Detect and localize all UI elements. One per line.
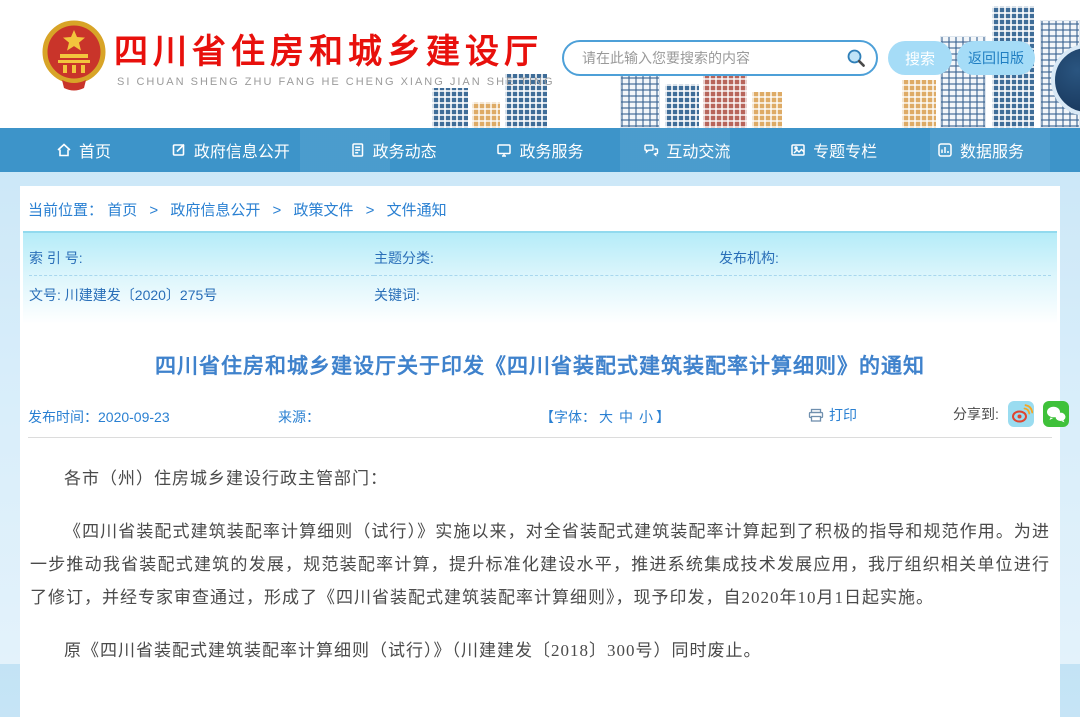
source: 来源： <box>278 407 320 427</box>
doc-number-field: 文号: 川建建发〔2020〕275号 <box>29 280 374 312</box>
breadcrumb-label: 当前位置： <box>28 202 103 219</box>
font-control-prefix: 【字体： <box>540 409 596 425</box>
nav-item-data-services[interactable]: 数据服务 <box>937 138 1024 162</box>
building-illustration <box>665 84 699 128</box>
main-navigation: 首页 政府信息公开 政务动态 政务服务 互动交流 专题专栏 数据服务 <box>0 128 1080 172</box>
nav-item-label: 政府信息公开 <box>194 138 290 162</box>
breadcrumb-separator: > <box>149 202 158 219</box>
nav-item-label: 专题专栏 <box>813 138 877 162</box>
picture-icon <box>790 142 806 158</box>
nav-item-special-columns[interactable]: 专题专栏 <box>790 138 877 162</box>
document-icon <box>350 142 366 158</box>
building-illustration <box>902 80 936 128</box>
chat-icon <box>643 142 659 158</box>
nav-item-label: 首页 <box>79 138 111 162</box>
article-paragraph: 《四川省装配式建筑装配率计算细则（试行）》实施以来，对全省装配式建筑装配率计算起… <box>30 515 1050 614</box>
article-body: 各市（州）住房城乡建设行政主管部门： 《四川省装配式建筑装配率计算细则（试行）》… <box>20 438 1060 717</box>
article-title: 四川省住房和城乡建设厅关于印发《四川省装配式建筑装配率计算细则》的通知 <box>40 350 1040 380</box>
search-box <box>562 40 878 76</box>
breadcrumb-item-info-disclosure[interactable]: 政府信息公开 <box>170 202 260 219</box>
nav-item-info-disclosure[interactable]: 政府信息公开 <box>171 138 290 162</box>
nav-item-home[interactable]: 首页 <box>56 138 111 162</box>
document-meta-panel: 索 引 号: 主题分类: 发布机构: 文号: 川建建发〔2020〕275号 关键… <box>23 231 1057 324</box>
home-icon <box>56 142 72 158</box>
publish-time-label: 发布时间： <box>28 409 98 425</box>
breadcrumb-item-home[interactable]: 首页 <box>107 202 137 219</box>
monitor-icon <box>496 142 512 158</box>
search-button[interactable]: 搜索 <box>888 41 952 75</box>
doc-keywords-label: 关键词: <box>374 287 420 303</box>
share-label: 分享到: <box>953 404 999 424</box>
font-size-medium[interactable]: 中 <box>619 409 633 425</box>
doc-publisher-label: 发布机构: <box>719 250 779 266</box>
share-bar: 分享到: <box>953 401 1069 427</box>
old-version-button[interactable]: 返回旧版 <box>957 41 1035 75</box>
building-illustration <box>472 102 500 128</box>
weibo-share-icon[interactable] <box>1008 401 1034 427</box>
search-input[interactable] <box>580 49 846 67</box>
doc-publisher-field: 发布机构: <box>719 243 1051 276</box>
doc-index-field: 索 引 号: <box>29 243 374 276</box>
edit-square-icon <box>171 142 187 158</box>
publish-date-value: 2020-09-23 <box>98 409 170 425</box>
article-meta-row: 发布时间：2020-09-23 来源： 【字体：大中小】 打印 分享到: <box>28 392 1052 438</box>
wechat-share-icon[interactable] <box>1043 401 1069 427</box>
building-illustration <box>620 68 660 128</box>
print-button[interactable]: 打印 <box>808 405 857 425</box>
nav-item-interaction[interactable]: 互动交流 <box>643 138 730 162</box>
bar-chart-icon <box>937 142 953 158</box>
breadcrumb-separator: > <box>366 202 375 219</box>
nav-item-label: 政务服务 <box>519 138 583 162</box>
nav-item-gov-news[interactable]: 政务动态 <box>350 138 437 162</box>
content-card: 当前位置： 首页 > 政府信息公开 > 政策文件 > 文件通知 索 引 号: 主… <box>20 186 1060 717</box>
font-control-suffix: 】 <box>656 409 670 425</box>
breadcrumb-item-file-notices[interactable]: 文件通知 <box>387 202 447 219</box>
font-size-large[interactable]: 大 <box>599 409 613 425</box>
doc-number-value: 川建建发〔2020〕275号 <box>65 287 218 303</box>
nav-item-gov-services[interactable]: 政务服务 <box>496 138 583 162</box>
font-size-control: 【字体：大中小】 <box>540 407 670 427</box>
doc-category-label: 主题分类: <box>374 250 434 266</box>
breadcrumb-separator: > <box>273 202 282 219</box>
font-size-small[interactable]: 小 <box>639 409 653 425</box>
building-illustration <box>752 92 782 128</box>
nav-item-label: 数据服务 <box>960 138 1024 162</box>
article-paragraph: 各市（州）住房城乡建设行政主管部门： <box>30 462 1050 495</box>
nav-item-label: 互动交流 <box>666 138 730 162</box>
building-illustration <box>432 88 468 128</box>
site-title: 四川省住房和城乡建设厅 <box>114 24 543 73</box>
doc-index-label: 索 引 号: <box>29 250 83 266</box>
search-icon[interactable] <box>846 48 866 68</box>
doc-keywords-field: 关键词: <box>374 280 719 312</box>
source-label: 来源： <box>278 409 320 425</box>
site-header: 四川省住房和城乡建设厅 SI CHUAN SHENG ZHU FANG HE C… <box>0 0 1080 128</box>
doc-number-label: 文号: <box>29 287 61 303</box>
nav-item-label: 政务动态 <box>373 138 437 162</box>
printer-icon <box>808 408 824 423</box>
breadcrumb: 当前位置： 首页 > 政府信息公开 > 政策文件 > 文件通知 <box>20 186 1060 231</box>
site-subtitle-pinyin: SI CHUAN SHENG ZHU FANG HE CHENG XIANG J… <box>117 76 555 88</box>
doc-category-field: 主题分类: <box>374 243 719 276</box>
breadcrumb-item-policy-files[interactable]: 政策文件 <box>293 202 353 219</box>
publish-time: 发布时间：2020-09-23 <box>28 407 170 427</box>
national-emblem-logo <box>42 20 106 94</box>
article-paragraph: 原《四川省装配式建筑装配率计算细则（试行）》（川建建发〔2018〕300号）同时… <box>30 634 1050 667</box>
print-label: 打印 <box>829 405 857 425</box>
page-body: 当前位置： 首页 > 政府信息公开 > 政策文件 > 文件通知 索 引 号: 主… <box>0 172 1080 717</box>
